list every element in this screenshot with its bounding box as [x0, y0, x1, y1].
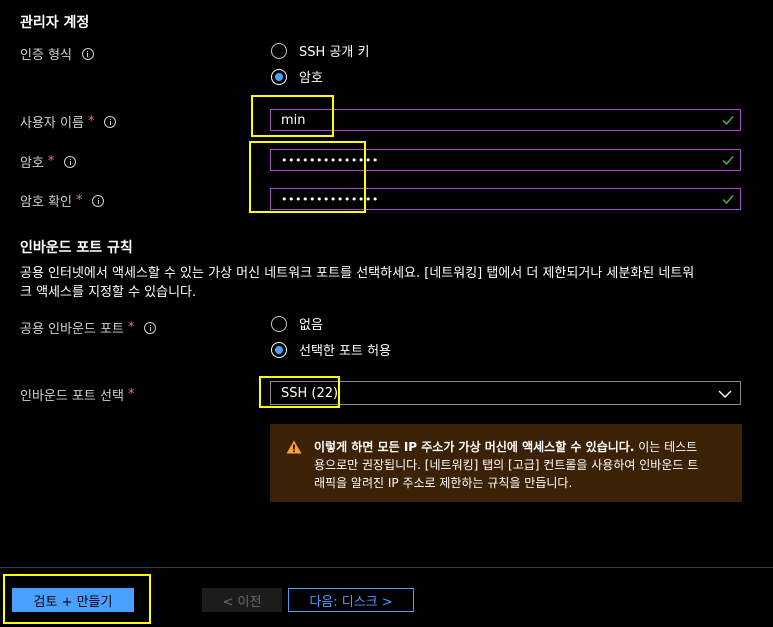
- public-inbound-ports-label: 공용 인바운드 포트 *: [20, 318, 157, 337]
- info-icon[interactable]: [104, 115, 117, 128]
- info-icon[interactable]: [64, 155, 77, 168]
- radio-label: 선택한 포트 허용: [299, 344, 391, 359]
- inbound-description-line1: 공용 인터넷에서 액세스할 수 있는 가상 머신 네트워크 포트를 선택하세요.…: [20, 266, 695, 281]
- required-mark: *: [127, 320, 135, 335]
- check-icon: [722, 156, 734, 166]
- auth-type-label-text: 인증 형식: [20, 48, 72, 63]
- public-inbound-ports-label-text: 공용 인바운드 포트: [20, 322, 124, 337]
- auth-type-label: 인증 형식: [20, 44, 94, 63]
- warning-line1: 이렇게 하면 모든 IP 주소가 가상 머신에 액세스할 수 있습니다. 이는 …: [314, 438, 730, 456]
- password-label-text: 암호: [20, 156, 44, 171]
- chevron-down-icon: [718, 390, 732, 398]
- password-value: ••••••••••••••: [281, 153, 379, 167]
- footer-divider: [0, 567, 773, 568]
- password-field[interactable]: ••••••••••••••: [270, 149, 741, 171]
- radio-button[interactable]: [271, 42, 287, 59]
- radio-allow-selected-ports[interactable]: 선택한 포트 허용: [271, 340, 391, 359]
- inbound-description: 공용 인터넷에서 액세스할 수 있는 가상 머신 네트워크 포트를 선택하세요.…: [20, 264, 770, 302]
- warning-line2: 용으로만 권장됩니다. [네트워킹] 탭의 [고급] 컨트롤을 사용하여 인바운…: [314, 458, 699, 472]
- radio-button[interactable]: [271, 315, 287, 332]
- warning-bold-text: 이렇게 하면 모든 IP 주소가 가상 머신에 액세스할 수 있습니다.: [314, 440, 635, 454]
- required-mark: *: [87, 114, 95, 129]
- admin-section-title: 관리자 계정: [20, 15, 90, 31]
- warning-icon: [286, 440, 302, 454]
- confirm-password-label: 암호 확인 *: [20, 191, 105, 210]
- radio-password[interactable]: 암호: [271, 67, 323, 86]
- inbound-description-line2: 크 액세스를 지정할 수 있습니다.: [20, 285, 197, 300]
- username-value: min: [281, 112, 306, 128]
- check-icon: [722, 116, 734, 126]
- warning-box: 이렇게 하면 모든 IP 주소가 가상 머신에 액세스할 수 있습니다. 이는 …: [270, 424, 742, 502]
- radio-label: SSH 공개 키: [299, 45, 370, 60]
- previous-button[interactable]: < 이전: [202, 588, 282, 612]
- warning-text-1: 이는 테스트: [634, 440, 698, 454]
- username-field[interactable]: min: [270, 109, 741, 131]
- username-label: 사용자 이름 *: [20, 112, 117, 131]
- info-icon[interactable]: [81, 47, 94, 60]
- radio-label: 없음: [299, 318, 323, 333]
- info-icon[interactable]: [92, 194, 105, 207]
- inbound-ports-select[interactable]: SSH (22): [270, 381, 741, 405]
- next-disks-button[interactable]: 다음: 디스크 >: [288, 588, 414, 612]
- required-mark: *: [47, 154, 55, 169]
- check-icon: [722, 195, 734, 205]
- required-mark: *: [127, 387, 135, 402]
- radio-button[interactable]: [271, 341, 287, 358]
- radio-none[interactable]: 없음: [271, 314, 323, 333]
- radio-label: 암호: [299, 71, 323, 86]
- inbound-ports-value: SSH (22): [281, 385, 339, 401]
- radio-ssh-public-key[interactable]: SSH 공개 키: [271, 41, 369, 60]
- username-label-text: 사용자 이름: [20, 116, 84, 131]
- review-create-button[interactable]: 검토 + 만들기: [12, 588, 134, 612]
- password-label: 암호 *: [20, 152, 77, 171]
- confirm-password-label-text: 암호 확인: [20, 195, 72, 210]
- select-inbound-ports-label-text: 인바운드 포트 선택: [20, 389, 124, 404]
- confirm-password-value: ••••••••••••••: [281, 192, 379, 206]
- inbound-section-title: 인바운드 포트 규칙: [20, 240, 133, 256]
- select-inbound-ports-label: 인바운드 포트 선택 *: [20, 385, 134, 404]
- warning-line3: 래픽을 알려진 IP 주소로 제한하는 규칙을 만듭니다.: [314, 476, 573, 490]
- required-mark: *: [75, 193, 83, 208]
- info-icon[interactable]: [144, 321, 157, 334]
- radio-button[interactable]: [271, 68, 287, 85]
- confirm-password-field[interactable]: ••••••••••••••: [270, 188, 741, 210]
